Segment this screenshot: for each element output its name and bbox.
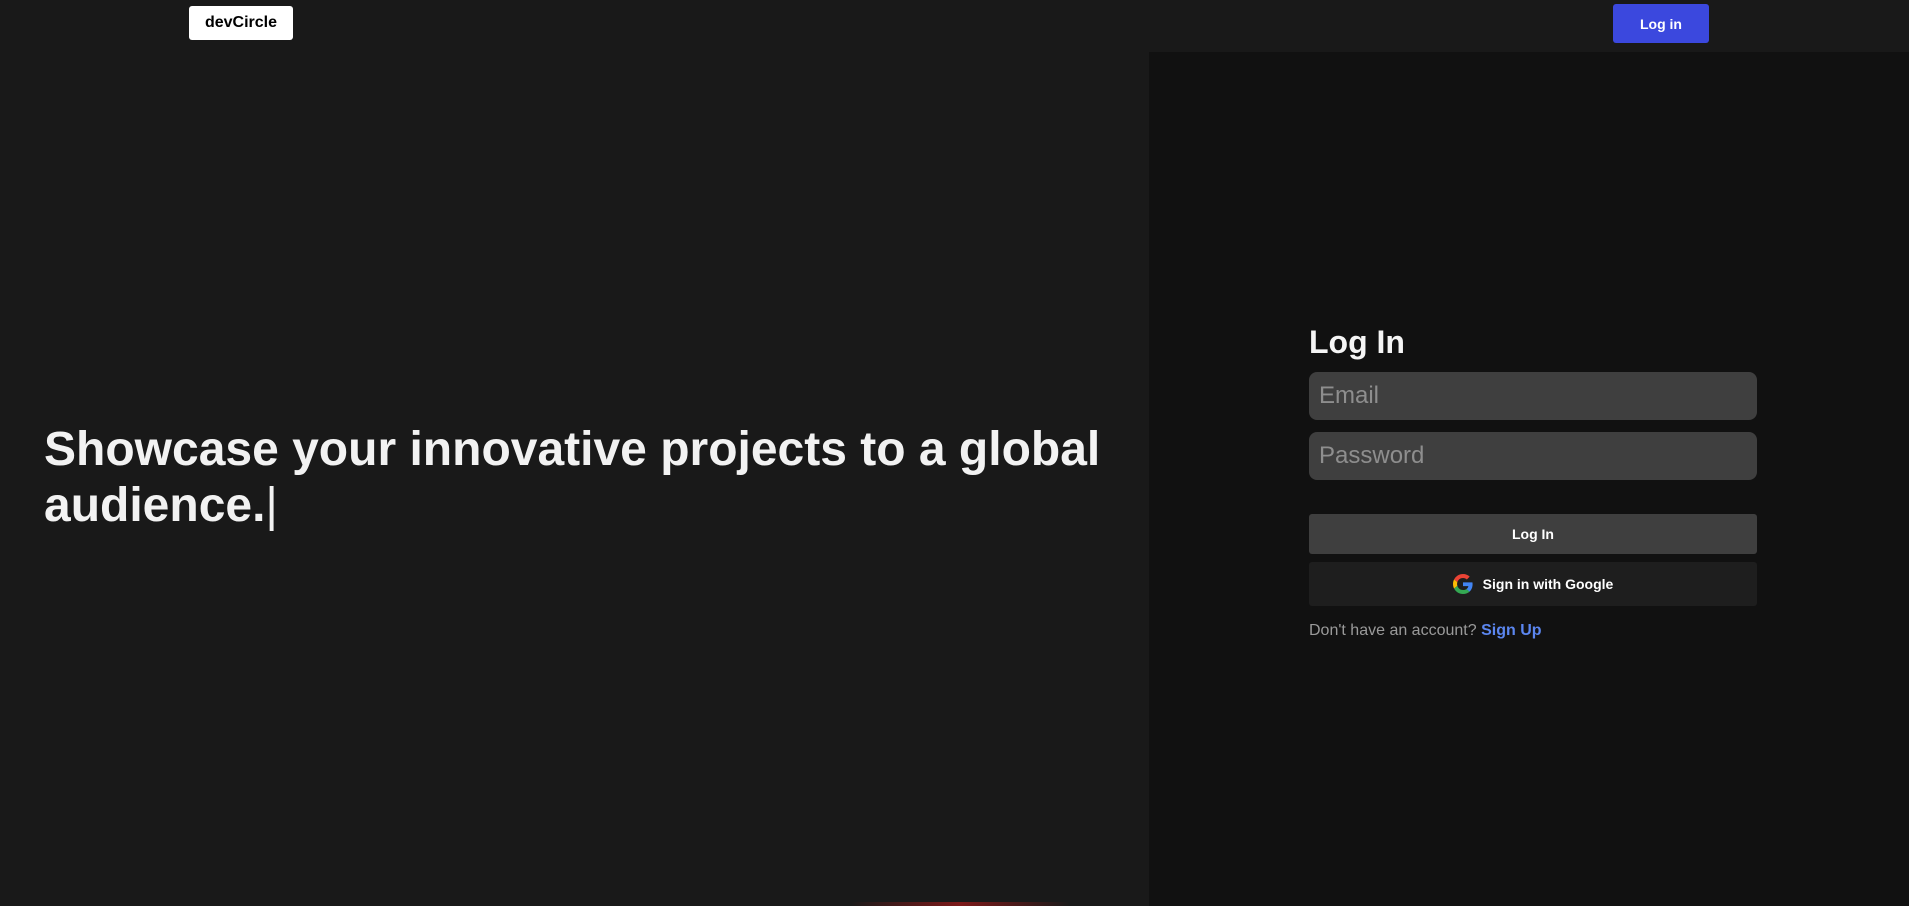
login-panel: Log In Log In Sign in with Google Don't …: [1149, 52, 1909, 906]
hero-bottom-glow: [850, 902, 1070, 906]
hero-headline-text: Showcase your innovative projects to a g…: [44, 423, 1101, 532]
top-navbar: devCircle Log in: [0, 0, 1909, 52]
email-input[interactable]: [1309, 372, 1757, 420]
typing-cursor: |: [265, 479, 278, 532]
login-submit-button[interactable]: Log In: [1309, 514, 1757, 554]
signup-prompt-row: Don't have an account? Sign Up: [1309, 622, 1757, 640]
signup-link[interactable]: Sign Up: [1481, 622, 1541, 639]
login-form: Log In Log In Sign in with Google Don't …: [1309, 322, 1757, 639]
hero-headline: Showcase your innovative projects to a g…: [44, 422, 1134, 534]
nav-login-button[interactable]: Log in: [1613, 4, 1709, 43]
signup-prompt: Don't have an account?: [1309, 622, 1477, 639]
google-signin-label: Sign in with Google: [1482, 576, 1614, 592]
hero-section: Showcase your innovative projects to a g…: [0, 52, 1149, 906]
login-title: Log In: [1309, 324, 1405, 360]
google-g-icon: [1452, 574, 1473, 594]
password-input[interactable]: [1309, 432, 1757, 480]
google-signin-button[interactable]: Sign in with Google: [1309, 562, 1757, 606]
devcircle-logo[interactable]: devCircle: [189, 6, 293, 40]
